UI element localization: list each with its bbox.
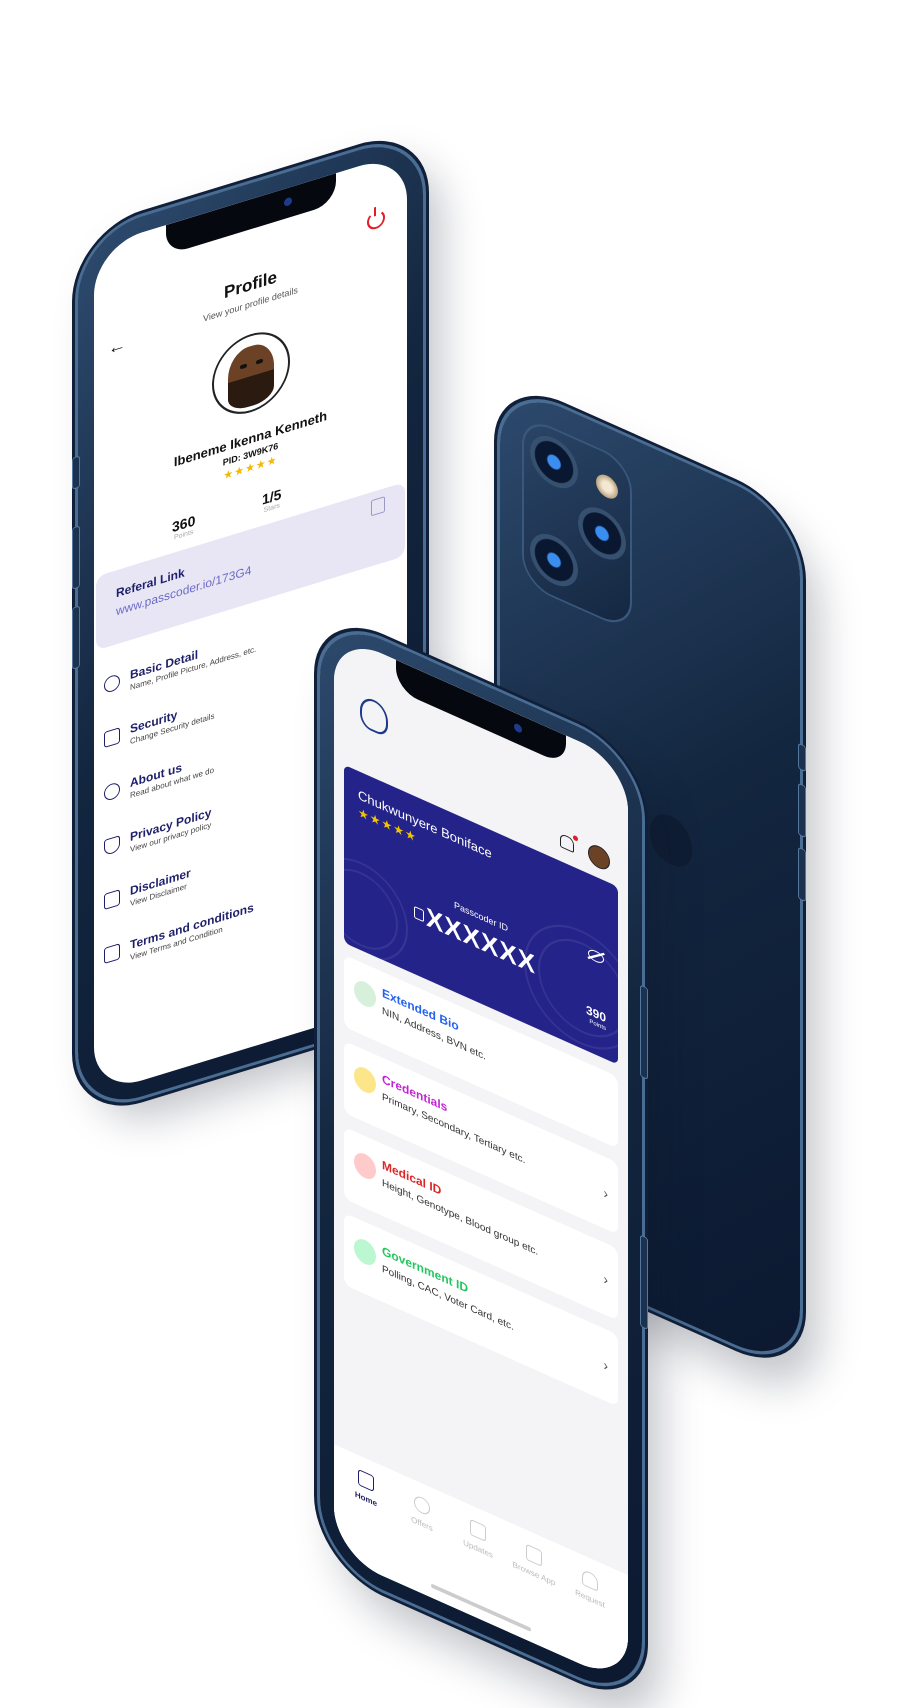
user-edit-icon	[104, 673, 120, 695]
government-building-icon	[354, 1235, 376, 1269]
home-indicator	[431, 1583, 531, 1632]
terms-icon	[104, 943, 120, 965]
graduation-cap-icon	[354, 1063, 376, 1097]
home-icon	[358, 1468, 374, 1493]
side-button	[798, 782, 806, 839]
chevron-right-icon: ›	[603, 1270, 608, 1289]
home-phone-device: Chukwunyere Boniface ★★★★★ Passcoder ID …	[320, 612, 648, 1706]
power-icon[interactable]	[367, 208, 385, 232]
percent-badge-icon	[414, 1493, 430, 1517]
chevron-right-icon: ›	[603, 1184, 608, 1203]
shopping-bag-icon	[526, 1543, 542, 1567]
nav-offers[interactable]: Offers	[394, 1485, 450, 1541]
profile-pid: PID: 3W9K76	[222, 440, 279, 468]
page-title: Profile	[224, 267, 277, 303]
id-card-icon	[354, 977, 376, 1011]
shield-icon	[104, 835, 120, 857]
side-button	[640, 1234, 648, 1331]
info-icon	[104, 781, 120, 803]
camera-lens-icon	[578, 498, 626, 569]
points-stat: 360 Points	[172, 512, 196, 542]
nav-browse-app[interactable]: Browse App	[506, 1535, 562, 1591]
side-button	[798, 846, 806, 903]
camera-lens-icon	[530, 427, 578, 497]
stars-stat: 1/5 Stars	[262, 485, 282, 515]
nav-request[interactable]: Request	[562, 1560, 618, 1616]
apple-logo-icon	[650, 806, 692, 874]
document-icon	[104, 889, 120, 911]
side-button	[72, 525, 80, 590]
megaphone-icon	[470, 1518, 486, 1542]
side-button	[798, 742, 806, 773]
nav-updates[interactable]: Updates	[450, 1510, 506, 1566]
shield-gear-icon	[104, 727, 120, 749]
flash-icon	[596, 470, 618, 503]
camera-module	[522, 413, 632, 633]
user-lock-icon	[582, 1568, 598, 1592]
side-button	[72, 605, 80, 670]
nav-home[interactable]: Home	[338, 1460, 394, 1516]
avatar[interactable]	[211, 322, 290, 425]
chevron-right-icon: ›	[603, 1356, 608, 1375]
home-screen: Chukwunyere Boniface ★★★★★ Passcoder ID …	[334, 632, 628, 1686]
side-button	[640, 984, 648, 1081]
side-button	[72, 455, 80, 490]
heart-icon	[354, 1149, 376, 1183]
camera-lens-icon	[530, 525, 578, 595]
